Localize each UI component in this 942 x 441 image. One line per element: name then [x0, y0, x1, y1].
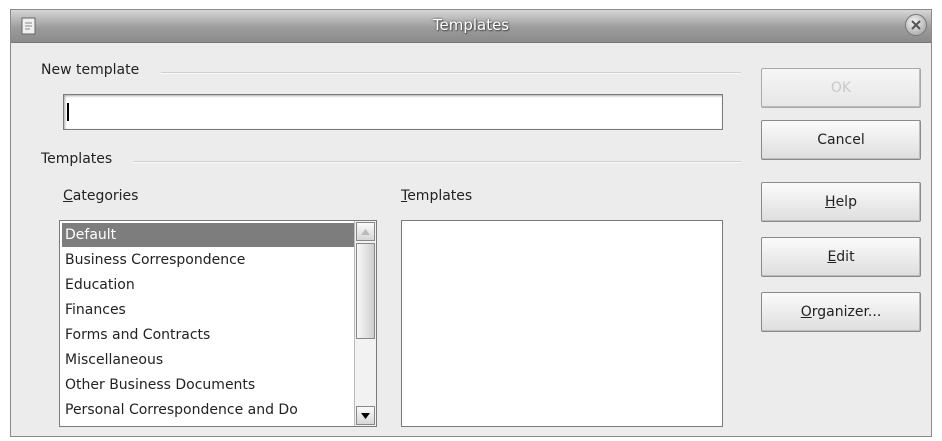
templates-listbox[interactable] — [401, 220, 723, 427]
arrow-down-icon — [361, 412, 370, 419]
edit-rest: dit — [836, 249, 855, 265]
help-rest: elp — [835, 194, 857, 210]
category-item-miscellaneous[interactable]: Miscellaneous — [62, 348, 355, 372]
categories-listbox[interactable]: Default Business Correspondence Educatio… — [59, 220, 377, 427]
window-title: Templates — [432, 16, 510, 34]
scroll-down-button[interactable] — [356, 406, 375, 425]
cancel-button[interactable]: Cancel — [761, 120, 921, 160]
templates-label-rest: emplates — [407, 188, 473, 204]
templates-group-label: Templates — [41, 151, 113, 167]
category-item-finances[interactable]: Finances — [62, 298, 355, 322]
category-item-forms-and-contracts[interactable]: Forms and Contracts — [62, 323, 355, 347]
category-item-other-business-documents[interactable]: Other Business Documents — [62, 373, 355, 397]
scroll-thumb[interactable] — [356, 243, 375, 339]
help-mnemonic: H — [825, 194, 836, 210]
new-template-group-label: New template — [41, 62, 140, 78]
scroll-up-button[interactable] — [356, 222, 375, 241]
organizer-mnemonic: O — [800, 304, 812, 320]
new-template-divider — [161, 72, 741, 74]
templates-list-label: Templates — [401, 188, 472, 204]
close-button[interactable] — [905, 14, 927, 36]
help-button[interactable]: Help — [761, 182, 921, 222]
arrow-up-icon — [361, 228, 370, 235]
text-caret — [67, 103, 69, 121]
categories-label-rest: ategories — [72, 188, 139, 204]
edit-button[interactable]: Edit — [761, 237, 921, 277]
category-item-default[interactable]: Default — [62, 223, 355, 247]
edit-mnemonic: E — [827, 249, 837, 265]
category-item-business-correspondence[interactable]: Business Correspondence — [62, 248, 355, 272]
templates-dialog: Templates New template Templates Categor… — [10, 9, 932, 437]
templates-divider — [133, 161, 741, 163]
categories-label-mnemonic: C — [63, 188, 73, 204]
categories-scrollbar[interactable] — [354, 221, 376, 426]
ok-button[interactable]: OK — [761, 68, 921, 108]
category-item-education[interactable]: Education — [62, 273, 355, 297]
title-bar[interactable]: Templates — [11, 10, 931, 43]
close-icon — [911, 20, 921, 30]
organizer-button[interactable]: Organizer... — [761, 292, 921, 332]
organizer-rest: rganizer... — [811, 304, 882, 320]
category-item-personal-correspondence[interactable]: Personal Correspondence and Do — [62, 398, 355, 422]
new-template-input[interactable] — [63, 94, 723, 130]
categories-label: Categories — [63, 188, 138, 204]
